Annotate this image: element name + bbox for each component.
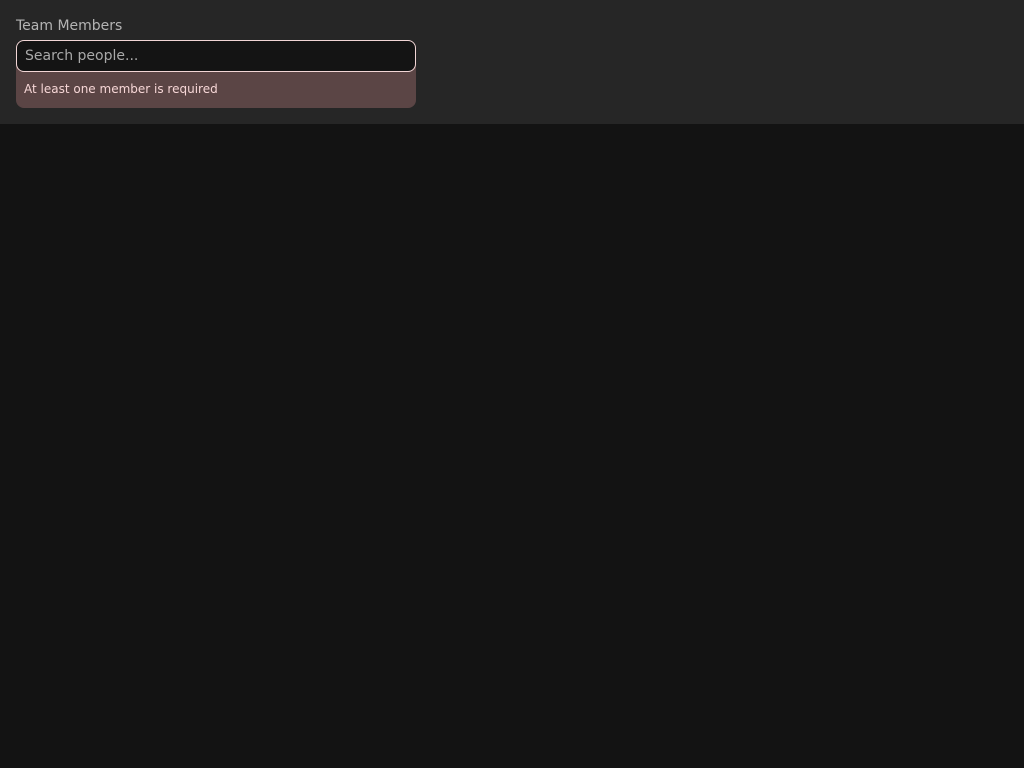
validation-error-message: At least one member is required xyxy=(24,82,218,96)
team-members-label: Team Members xyxy=(16,18,123,34)
empty-content-area xyxy=(0,124,1024,768)
team-members-field: At least one member is required xyxy=(16,40,416,108)
team-members-panel: Team Members At least one member is requ… xyxy=(0,0,1024,124)
search-people-input[interactable] xyxy=(16,40,416,72)
